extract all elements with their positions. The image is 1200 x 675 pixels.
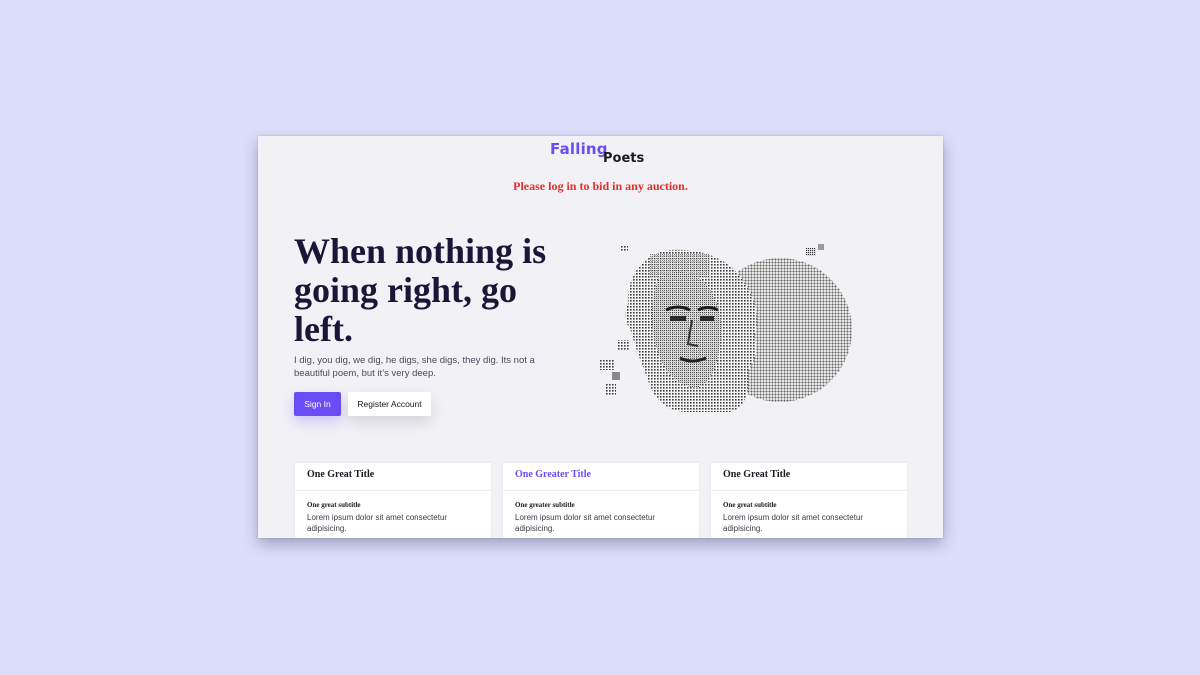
logo-falling: Falling — [550, 140, 608, 158]
card-title[interactable]: One Greater Title — [503, 463, 699, 491]
sign-in-button[interactable]: Sign In — [294, 392, 341, 416]
card-subtitle: One greater subtitle — [515, 501, 575, 509]
card-subtitle: One great subtitle — [307, 501, 361, 509]
card-title[interactable]: One Great Title — [295, 463, 491, 491]
browser-window: Falling Poets Please log in to bid in an… — [258, 136, 943, 538]
card-text: Lorem ipsum dolor sit amet consectetur a… — [307, 513, 448, 533]
login-notice: Please log in to bid in any auction. — [513, 179, 688, 193]
card-3[interactable]: One Great Title One great subtitle Lorem… — [711, 463, 907, 538]
hero-title: When nothing is going right, go left. — [294, 231, 547, 349]
card-subtitle: One great subtitle — [723, 501, 777, 509]
card-1[interactable]: One Great Title One great subtitle Lorem… — [295, 463, 491, 538]
register-account-button[interactable]: Register Account — [348, 392, 431, 416]
card-2[interactable]: One Greater Title One greater subtitle L… — [503, 463, 699, 538]
hero-text: I dig, you dig, we dig, he digs, she dig… — [294, 355, 535, 379]
card-text: Lorem ipsum dolor sit amet consectetur a… — [723, 513, 864, 533]
card-text: Lorem ipsum dolor sit amet consectetur a… — [515, 513, 656, 533]
card-title[interactable]: One Great Title — [711, 463, 907, 491]
halftone-buddha-head-icon — [600, 244, 852, 412]
site-logo[interactable]: Falling Poets — [550, 140, 660, 172]
logo-poets: Poets — [603, 151, 645, 166]
